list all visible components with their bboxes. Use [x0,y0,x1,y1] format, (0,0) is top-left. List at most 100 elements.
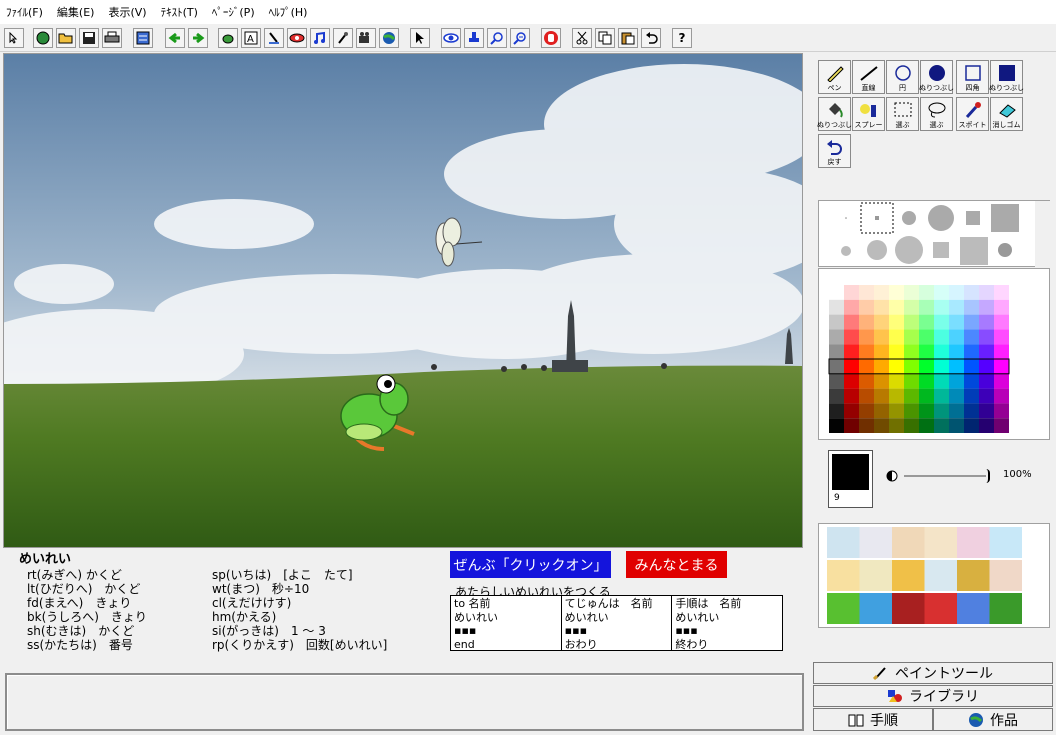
palette-color-cell[interactable] [949,344,964,359]
palette-color-cell[interactable] [919,388,934,404]
palette-color-cell[interactable] [994,344,1009,359]
palette-color-cell[interactable] [844,403,859,419]
palette-color-cell[interactable] [994,388,1009,404]
text-box-icon[interactable]: A [241,28,261,48]
palette-color-cell[interactable] [994,314,1009,330]
video-camera-icon[interactable] [356,28,376,48]
globe-icon[interactable] [379,28,399,48]
filled-rectangle-tool[interactable]: ぬりつぶし [989,60,1024,94]
stop-all-button[interactable]: みんなとまる [626,551,727,578]
palette-color-cell[interactable] [979,359,994,374]
palette-color-cell[interactable] [994,403,1009,419]
zoom-in-icon[interactable] [487,28,507,48]
palette-color-cell[interactable] [949,359,964,374]
palette-color-cell[interactable] [904,373,919,389]
palette-color-cell[interactable] [919,285,934,300]
palette-color-cell[interactable] [874,388,889,404]
palette-color-cell[interactable] [874,359,889,374]
click-on-all-button[interactable]: ぜんぶ「クリックオン」 [450,551,611,578]
current-color-swatch[interactable]: 9 [828,450,873,508]
palette-color-cell[interactable] [934,403,949,419]
palette-color-cell[interactable] [829,418,844,433]
palette-color-cell[interactable] [934,418,949,433]
palette-color-cell[interactable] [874,299,889,315]
palette-color-cell[interactable] [919,344,934,359]
procedure-template-kanji[interactable]: 手順は 名前 めいれい ▪▪▪ 終わり [672,596,782,651]
turtle-icon[interactable] [218,28,238,48]
palette-color-cell[interactable] [964,299,979,315]
pattern-swatch[interactable] [957,527,990,558]
palette-color-cell[interactable] [919,314,934,330]
palette-color-cell[interactable] [829,388,844,404]
pattern-swatch[interactable] [924,527,958,558]
select-rect-tool[interactable]: 選ぶ [886,97,919,131]
palette-color-cell[interactable] [844,418,859,433]
opacity-slider-thumb[interactable] [986,469,990,483]
brush-size-option[interactable] [928,205,954,231]
pattern-swatch[interactable] [957,593,990,624]
palette-color-cell[interactable] [844,329,859,345]
arrow-cursor-icon[interactable] [4,28,24,48]
palette-color-cell[interactable] [964,285,979,300]
palette-color-cell[interactable] [889,403,904,419]
palette-color-cell[interactable] [949,285,964,300]
brush-scrollbar[interactable] [1035,201,1050,267]
palette-color-cell[interactable] [964,329,979,345]
palette-color-cell[interactable] [979,299,994,315]
brush-size-option[interactable] [902,211,916,225]
brush-size-option[interactable] [933,242,949,258]
palette-color-cell[interactable] [979,388,994,404]
eraser-tool[interactable]: 消しゴム [990,97,1023,131]
pen-tool[interactable]: ペン [818,60,851,94]
print-icon[interactable] [102,28,122,48]
pattern-swatch[interactable] [924,593,958,624]
palette-color-cell[interactable] [934,329,949,345]
palette-color-cell[interactable] [904,403,919,419]
palette-color-cell[interactable] [844,285,859,300]
brush-size-option[interactable] [867,240,887,260]
menu-page[interactable]: ﾍﾟｰｼﾞ(P) [212,4,255,20]
palette-color-cell[interactable] [859,344,874,359]
pattern-swatch[interactable] [892,593,925,624]
palette-color-cell[interactable] [979,285,994,300]
color-palette[interactable] [818,268,1050,440]
paste-icon[interactable] [618,28,638,48]
palette-color-cell[interactable] [949,403,964,419]
pattern-swatch[interactable] [892,527,925,558]
palette-color-cell[interactable] [979,344,994,359]
palette-color-cell[interactable] [859,285,874,300]
previous-page-icon[interactable] [165,28,185,48]
palette-color-cell[interactable] [994,299,1009,315]
palette-color-cell[interactable] [889,388,904,404]
palette-color-cell[interactable] [859,329,874,345]
palette-color-cell[interactable] [979,403,994,419]
palette-color-cell[interactable] [874,285,889,300]
copy-icon[interactable] [595,28,615,48]
palette-color-cell[interactable] [889,314,904,330]
music-note-icon[interactable] [310,28,330,48]
opacity-slider-track[interactable] [904,475,986,477]
spray-tool[interactable]: スプレー [852,97,885,131]
brush-size-option[interactable] [966,211,980,225]
palette-color-cell[interactable] [904,388,919,404]
palette-color-cell[interactable] [964,418,979,433]
tab-paint-tool[interactable]: ペイントツール [813,662,1053,684]
stop-hand-icon[interactable] [541,28,561,48]
palette-color-cell[interactable] [934,285,949,300]
open-folder-icon[interactable] [56,28,76,48]
procedure-template-hiragana[interactable]: てじゅんは 名前 めいれい ▪▪▪ おわり [562,596,673,651]
palette-color-cell[interactable] [829,403,844,419]
palette-color-cell[interactable] [844,314,859,330]
palette-color-cell[interactable] [964,314,979,330]
palette-color-cell[interactable] [934,388,949,404]
palette-color-cell[interactable] [994,329,1009,345]
palette-color-cell[interactable] [994,373,1009,389]
palette-color-cell[interactable] [874,373,889,389]
palette-color-cell[interactable] [904,344,919,359]
palette-color-cell[interactable] [859,314,874,330]
tab-procedure[interactable]: 手順 [813,708,933,731]
dropper-tool[interactable]: スポイト [956,97,989,131]
microphone-icon[interactable] [333,28,353,48]
palette-color-cell[interactable] [934,314,949,330]
pattern-swatch[interactable] [989,527,1023,558]
